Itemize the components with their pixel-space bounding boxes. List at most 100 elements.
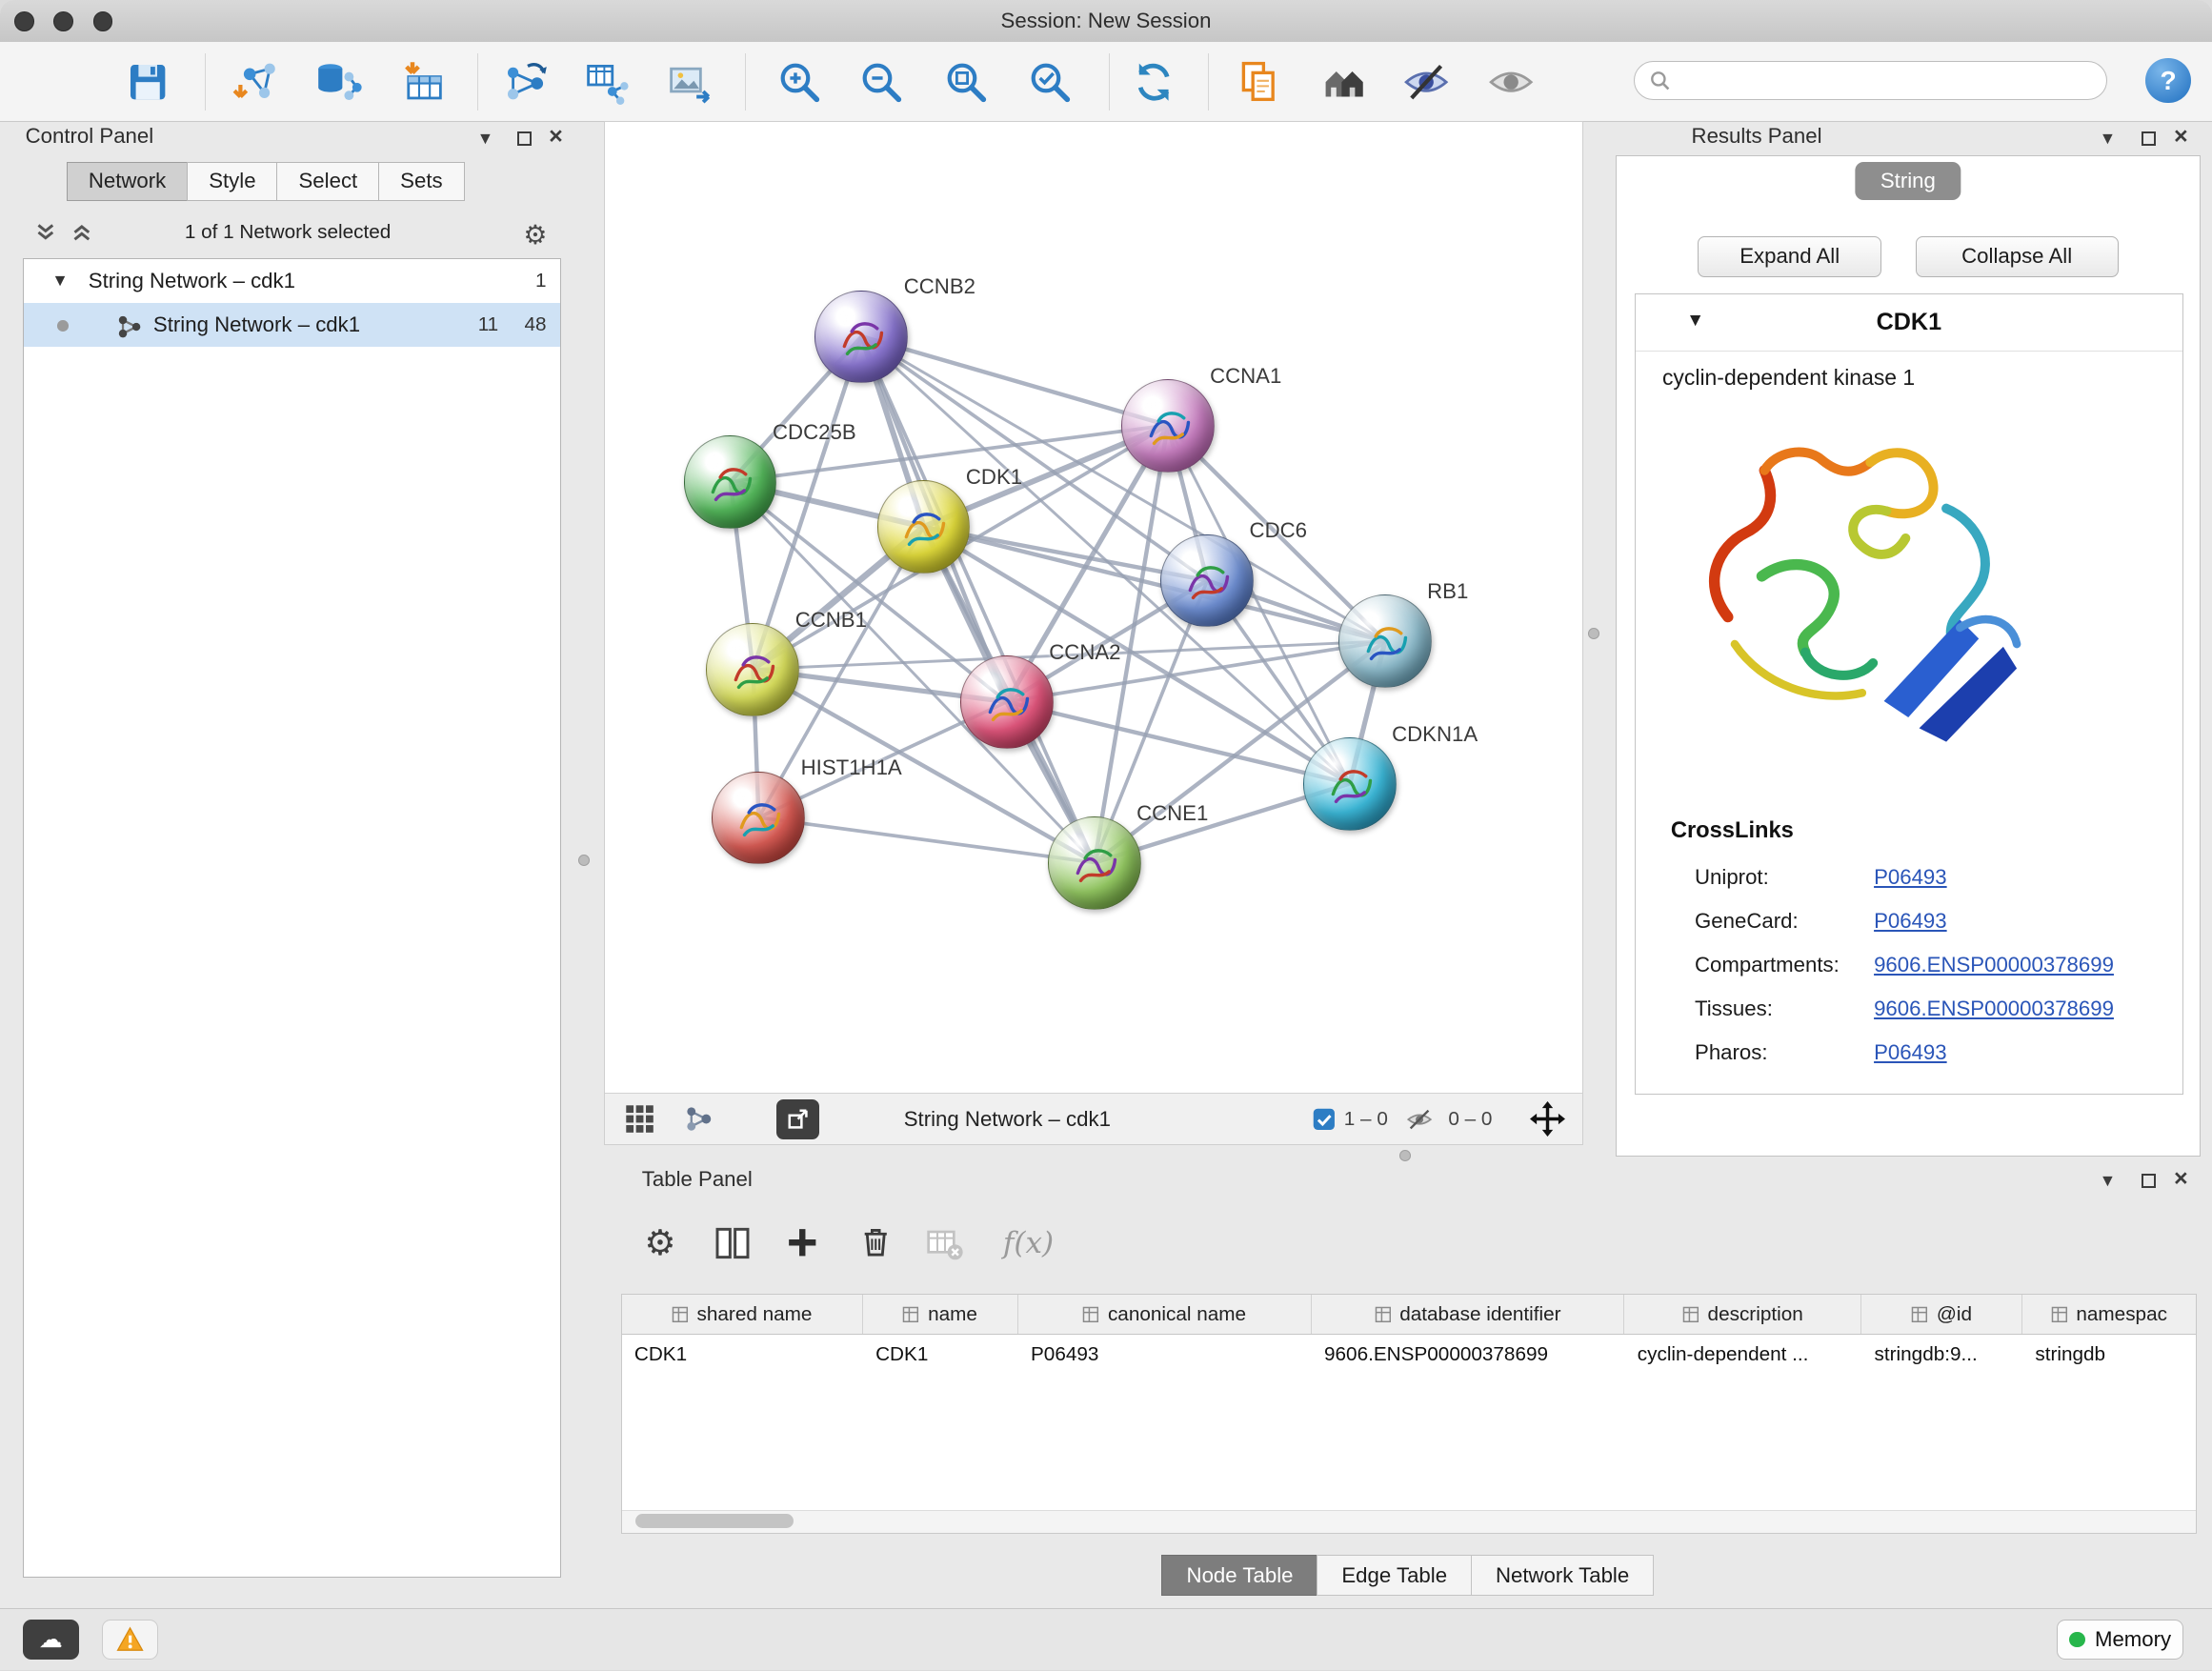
cell-shared-name[interactable]: CDK1 <box>622 1335 863 1374</box>
tab-style[interactable]: Style <box>187 162 278 201</box>
tab-sets[interactable]: Sets <box>378 162 465 201</box>
network-node[interactable] <box>960 655 1054 749</box>
expand-all-button[interactable]: Expand All <box>1698 236 1881 277</box>
network-node[interactable] <box>684 435 777 529</box>
close-panel-icon[interactable]: × <box>543 126 569 151</box>
window-close-icon[interactable] <box>14 11 34 31</box>
open-session-button[interactable] <box>37 55 90 109</box>
network-node[interactable] <box>1303 737 1397 831</box>
network-node[interactable] <box>712 772 805 865</box>
string-tab[interactable]: String <box>1855 162 1961 200</box>
tab-network[interactable]: Network <box>67 162 189 201</box>
collapse-triangle-icon[interactable]: ▼ <box>1686 311 1704 332</box>
column-header[interactable]: shared name <box>622 1295 863 1334</box>
float-panel-icon[interactable] <box>2142 131 2156 146</box>
zoom-in-button[interactable] <box>774 55 827 109</box>
network-canvas[interactable]: CCNB2CCNA1CDC25BCDK1CDC6RB1CCNB1CCNA2CDK… <box>605 122 1582 1094</box>
tab-node-table[interactable]: Node Table <box>1161 1555 1317 1596</box>
close-panel-icon[interactable]: × <box>2168 1168 2194 1194</box>
bottom-splitter-handle[interactable] <box>1399 1150 1411 1161</box>
zoom-fit-button[interactable] <box>939 55 993 109</box>
birdseye-view-icon[interactable] <box>684 1104 714 1134</box>
clone-network-button[interactable] <box>1233 55 1286 109</box>
export-view-button[interactable] <box>776 1099 818 1138</box>
right-splitter-handle[interactable] <box>1588 628 1599 639</box>
function-builder-button[interactable]: f(x) <box>995 1218 1062 1268</box>
network-node[interactable] <box>877 480 971 574</box>
network-node[interactable] <box>1160 534 1254 628</box>
tissues-link[interactable]: 9606.ENSP00000378699 <box>1874 997 2114 1020</box>
panel-menu-icon[interactable]: ▼ <box>473 126 498 151</box>
pharos-link[interactable]: P06493 <box>1874 1040 1947 1064</box>
network-node[interactable] <box>706 623 799 716</box>
warnings-button[interactable] <box>102 1620 158 1661</box>
show-columns-icon[interactable] <box>707 1218 757 1268</box>
save-session-button[interactable] <box>121 55 174 109</box>
table-row[interactable]: CDK1 CDK1 P06493 9606.ENSP00000378699 cy… <box>622 1335 2196 1374</box>
tab-select[interactable]: Select <box>276 162 379 201</box>
cell-description[interactable]: cyclin-dependent ... <box>1624 1335 1861 1374</box>
tab-network-table[interactable]: Network Table <box>1471 1555 1655 1596</box>
network-node[interactable] <box>1121 379 1215 473</box>
network-collection-row[interactable]: ▼ String Network – cdk1 1 <box>24 259 561 303</box>
left-splitter-handle[interactable] <box>578 855 590 866</box>
cell-database-identifier[interactable]: 9606.ENSP00000378699 <box>1312 1335 1625 1374</box>
refresh-button[interactable] <box>1127 55 1180 109</box>
cell-id[interactable]: stringdb:9... <box>1861 1335 2022 1374</box>
delete-column-trash-icon[interactable] <box>851 1218 901 1268</box>
protein-card-header[interactable]: ▼ CDK1 <box>1636 294 2182 352</box>
network-options-gear-icon[interactable]: ⚙ <box>523 219 547 251</box>
scrollbar-thumb[interactable] <box>635 1514 794 1528</box>
export-image-button[interactable] <box>663 55 716 109</box>
collapse-triangle-icon[interactable]: ▼ <box>51 259 69 303</box>
cloud-button[interactable]: ☁ <box>23 1620 79 1661</box>
hide-selected-button[interactable] <box>1399 55 1453 109</box>
first-neighbors-button[interactable] <box>1317 55 1371 109</box>
network-node[interactable] <box>814 291 908 384</box>
float-panel-icon[interactable] <box>2142 1174 2156 1188</box>
table-settings-gear-icon[interactable]: ⚙ <box>634 1218 685 1268</box>
column-header[interactable]: @id <box>1861 1295 2022 1334</box>
panel-menu-icon[interactable]: ▼ <box>2095 1168 2121 1194</box>
memory-button[interactable]: Memory <box>2057 1620 2183 1661</box>
move-crosshair-icon[interactable] <box>1530 1101 1565 1137</box>
column-header[interactable]: name <box>863 1295 1018 1334</box>
float-panel-icon[interactable] <box>517 131 532 146</box>
delete-table-icon[interactable] <box>920 1218 971 1268</box>
export-table-button[interactable] <box>580 55 633 109</box>
network-row[interactable]: String Network – cdk1 11 48 <box>24 303 561 347</box>
new-network-from-selection-button[interactable] <box>498 55 552 109</box>
window-zoom-icon[interactable] <box>93 11 113 31</box>
cell-namespace[interactable]: stringdb <box>2022 1335 2196 1374</box>
import-network-database-button[interactable] <box>312 55 365 109</box>
close-panel-icon[interactable]: × <box>2168 126 2194 151</box>
zoom-out-button[interactable] <box>855 55 908 109</box>
column-header[interactable]: canonical name <box>1018 1295 1312 1334</box>
network-node[interactable] <box>1048 816 1141 910</box>
genecard-link[interactable]: P06493 <box>1874 909 1947 933</box>
collapse-all-button[interactable]: Collapse All <box>1916 236 2119 277</box>
cell-canonical-name[interactable]: P06493 <box>1018 1335 1312 1374</box>
network-node[interactable] <box>1338 594 1432 688</box>
tab-edge-table[interactable]: Edge Table <box>1317 1555 1472 1596</box>
hidden-eye-icon[interactable] <box>1406 1106 1433 1133</box>
crosslink-row: Uniprot:P06493 <box>1695 856 1947 899</box>
column-header[interactable]: description <box>1624 1295 1861 1334</box>
selected-checkbox-icon[interactable] <box>1313 1108 1336 1131</box>
zoom-selected-button[interactable] <box>1023 55 1076 109</box>
column-header[interactable]: database identifier <box>1312 1295 1625 1334</box>
grid-view-icon[interactable] <box>625 1104 654 1134</box>
column-header[interactable]: namespac <box>2022 1295 2196 1334</box>
compartments-link[interactable]: 9606.ENSP00000378699 <box>1874 953 2114 976</box>
import-table-button[interactable] <box>396 55 450 109</box>
panel-menu-icon[interactable]: ▼ <box>2095 126 2121 151</box>
help-button[interactable]: ? <box>2145 58 2190 103</box>
cell-name[interactable]: CDK1 <box>863 1335 1018 1374</box>
window-minimize-icon[interactable] <box>53 11 73 31</box>
import-network-file-button[interactable] <box>230 55 283 109</box>
uniprot-link[interactable]: P06493 <box>1874 865 1947 889</box>
horizontal-scrollbar[interactable] <box>622 1510 2196 1532</box>
show-all-button[interactable] <box>1484 55 1538 109</box>
add-column-icon[interactable] <box>777 1218 828 1268</box>
search-input[interactable] <box>1679 68 2106 93</box>
